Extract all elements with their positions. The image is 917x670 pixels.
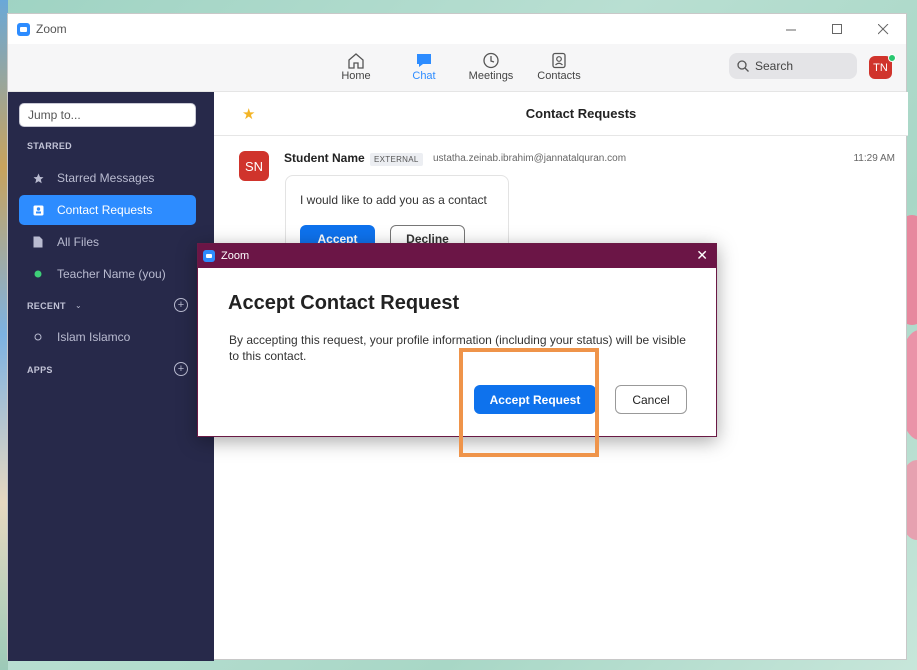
sidebar-item-label: Islam Islamco: [57, 330, 131, 344]
search-icon: [737, 60, 749, 72]
message-timestamp: 11:29 AM: [853, 153, 895, 164]
online-status-dot: [888, 54, 896, 62]
sidebar-item-label: Contact Requests: [57, 203, 153, 217]
window-titlebar: Zoom: [8, 14, 906, 44]
nav-meetings-label: Meetings: [468, 70, 514, 82]
recent-section-label: RECENT: [27, 301, 66, 311]
circle-icon: [31, 333, 45, 341]
zoom-logo-icon: [17, 22, 30, 36]
nav-contacts-label: Contacts: [537, 70, 581, 82]
page-title: Contact Requests: [525, 106, 637, 121]
apps-section-label: APPS: [27, 365, 53, 375]
search-label: Search: [755, 59, 794, 73]
home-icon: [321, 50, 391, 70]
nav-meetings[interactable]: Meetings: [456, 50, 526, 82]
zoom-logo-icon: [203, 250, 215, 262]
request-message: I would like to add you as a contact: [300, 193, 487, 207]
window-title: Zoom: [36, 22, 67, 36]
chat-icon: [389, 50, 459, 70]
accept-contact-dialog: Zoom ✕ Accept Contact Request By accepti…: [197, 243, 717, 437]
jump-to-input[interactable]: Jump to...: [19, 103, 196, 127]
sidebar-item-all-files[interactable]: All Files: [19, 227, 196, 257]
nav-home[interactable]: Home: [321, 50, 391, 82]
close-icon[interactable]: ✕: [696, 247, 708, 264]
close-window-button[interactable]: [860, 14, 906, 44]
external-badge: EXTERNAL: [370, 153, 423, 166]
sidebar-item-contact-requests[interactable]: Contact Requests: [19, 195, 196, 225]
sidebar-item-label: All Files: [57, 235, 100, 249]
minimize-button[interactable]: [768, 14, 814, 44]
cancel-button[interactable]: Cancel: [615, 385, 687, 414]
contacts-icon: [524, 50, 594, 70]
maximize-button[interactable]: [814, 14, 860, 44]
sender-name[interactable]: Student Name: [284, 151, 365, 165]
contact-card-icon: [31, 205, 45, 216]
sender-avatar[interactable]: SN: [239, 151, 269, 181]
status-dot-icon: [31, 270, 45, 278]
file-icon: [31, 236, 45, 248]
sender-email: ustatha.zeinab.ibrahim@jannatalquran.com: [433, 153, 627, 164]
dialog-heading: Accept Contact Request: [228, 292, 460, 314]
sidebar-item-self[interactable]: Teacher Name (you): [19, 259, 196, 289]
chevron-down-icon[interactable]: ⌄: [75, 301, 82, 310]
clock-icon: [456, 50, 526, 70]
sidebar-item-label: Starred Messages: [57, 171, 155, 185]
add-app-button[interactable]: +: [174, 362, 188, 376]
dialog-title: Zoom: [221, 250, 250, 262]
nav-chat-label: Chat: [412, 70, 436, 82]
dialog-titlebar: Zoom ✕: [198, 244, 716, 268]
minimize-icon: [785, 29, 796, 30]
sidebar: Jump to... STARRED Starred Messages Cont…: [8, 92, 214, 661]
starred-section-label: STARRED: [27, 141, 72, 151]
highlight-annotation: [459, 348, 599, 457]
chat-header: ★ Contact Requests: [214, 92, 908, 136]
sidebar-item-starred-messages[interactable]: Starred Messages: [19, 163, 196, 193]
top-navigation: Home Chat Meetings Contacts Search TN: [8, 44, 906, 92]
search-input[interactable]: Search: [729, 53, 857, 79]
close-icon: [877, 23, 888, 34]
add-recent-button[interactable]: +: [174, 298, 188, 312]
nav-home-label: Home: [341, 70, 371, 82]
nav-contacts[interactable]: Contacts: [524, 50, 594, 82]
maximize-icon: [831, 23, 842, 34]
sidebar-item-label: Teacher Name (you): [57, 267, 166, 281]
nav-chat[interactable]: Chat: [389, 50, 459, 82]
star-icon: [31, 173, 45, 184]
sidebar-item-recent[interactable]: Islam Islamco: [19, 322, 196, 352]
